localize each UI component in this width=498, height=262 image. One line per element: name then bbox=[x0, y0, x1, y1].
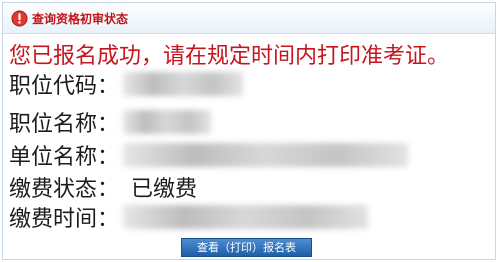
redacted-position-name bbox=[123, 110, 212, 134]
field-row-position-code: 职位代码： bbox=[9, 69, 244, 99]
field-label-payment-status: 缴费状态： bbox=[9, 177, 120, 202]
field-label-payment-time: 缴费时间： bbox=[9, 207, 120, 232]
redacted-position-code bbox=[123, 72, 244, 96]
field-row-payment-time: 缴费时间： bbox=[9, 202, 369, 232]
field-label-unit-name: 单位名称： bbox=[9, 145, 120, 170]
field-row-position-name: 职位名称： bbox=[9, 107, 212, 137]
redacted-unit-name bbox=[123, 143, 409, 167]
field-row-unit-name: 单位名称： bbox=[9, 140, 409, 170]
alert-icon bbox=[11, 10, 28, 26]
panel-title: 查询资格初审状态 bbox=[32, 11, 129, 26]
view-print-registration-button[interactable]: 查看（打印）报名表 bbox=[181, 238, 312, 257]
field-row-payment-status: 缴费状态： 已缴费 bbox=[9, 172, 197, 202]
field-label-position-name: 职位名称： bbox=[9, 112, 120, 137]
success-notice: 您已报名成功，请在规定时间内打印准考证。 bbox=[9, 44, 450, 69]
field-label-position-code: 职位代码： bbox=[9, 74, 120, 99]
status-panel: 查询资格初审状态 您已报名成功，请在规定时间内打印准考证。 职位代码： 职位名称… bbox=[2, 2, 496, 260]
payment-status-value: 已缴费 bbox=[131, 177, 198, 202]
redacted-payment-time bbox=[123, 205, 369, 229]
panel-titlebar: 查询资格初审状态 bbox=[3, 3, 495, 34]
